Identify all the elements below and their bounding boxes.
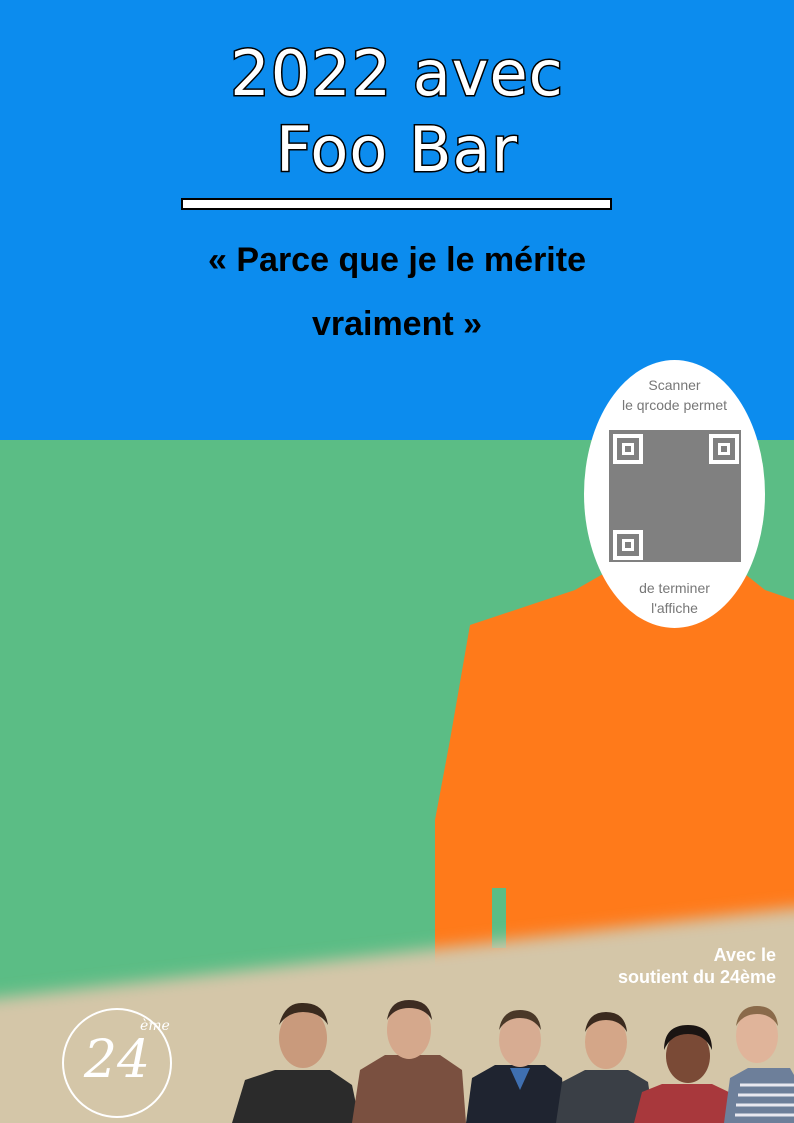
- team-person-5: [634, 1025, 740, 1123]
- team-person-6: [724, 1006, 794, 1123]
- poster: 2022 avec Foo Bar « Parce que je le méri…: [0, 0, 794, 1123]
- team-photo-icon: [232, 1000, 794, 1123]
- team-person-3: [466, 1010, 566, 1123]
- team-person-1: [232, 1002, 360, 1123]
- team-person-2: [352, 1000, 466, 1123]
